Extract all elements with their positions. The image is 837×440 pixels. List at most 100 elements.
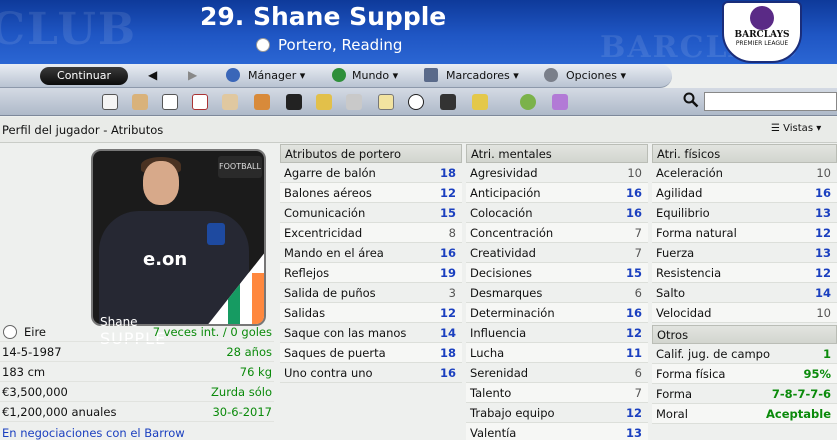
attribute-value: 12	[625, 326, 642, 340]
attribute-row[interactable]: Talento 7	[466, 383, 648, 403]
attribute-row[interactable]: Creatividad 7	[466, 243, 648, 263]
attribute-name: Velocidad	[656, 306, 712, 320]
attribute-row[interactable]: Forma 7-8-7-7-6	[652, 384, 837, 404]
attribute-row[interactable]: Salida de puños 3	[280, 283, 462, 303]
attribute-row[interactable]: Velocidad 10	[652, 303, 837, 323]
info-value: 76 kg	[239, 365, 272, 379]
info-row: 183 cm 76 kg	[0, 362, 274, 382]
photo-badge: FOOTBALL	[218, 156, 262, 178]
attribute-name: Moral	[656, 407, 688, 421]
attribute-value: 12	[439, 186, 456, 200]
attribute-name: Desmarques	[470, 286, 543, 300]
attribute-value: 13	[814, 206, 831, 220]
help-icon[interactable]	[520, 94, 536, 110]
lion-icon	[750, 6, 774, 30]
calendar-icon[interactable]	[192, 94, 208, 110]
attribute-row[interactable]: Influencia 12	[466, 323, 648, 343]
attribute-name: Decisiones	[470, 266, 533, 280]
attribute-value: Aceptable	[766, 407, 831, 421]
bookmarks-menu[interactable]: Marcadores ▾	[446, 69, 519, 82]
attribute-name: Reflejos	[284, 266, 330, 280]
attribute-row[interactable]: Salidas 12	[280, 303, 462, 323]
attribute-name: Mando en el área	[284, 246, 384, 260]
attribute-row[interactable]: Trabajo equipo 12	[466, 403, 648, 423]
attribute-value: 95%	[803, 367, 831, 381]
attribute-row[interactable]: Excentricidad 8	[280, 223, 462, 243]
attribute-value: 16	[625, 206, 642, 220]
attribute-value: 16	[439, 246, 456, 260]
attribute-row[interactable]: Desmarques 6	[466, 283, 648, 303]
attribute-row[interactable]: Balones aéreos 12	[280, 183, 462, 203]
attribute-row[interactable]: Salto 14	[652, 283, 837, 303]
attribute-row[interactable]: Mando en el área 16	[280, 243, 462, 263]
attribute-value: 7	[634, 246, 642, 260]
attribute-value: 12	[439, 306, 456, 320]
attribute-name: Fuerza	[656, 246, 695, 260]
search-icon[interactable]	[683, 92, 699, 108]
attribute-row[interactable]: Moral Aceptable	[652, 404, 837, 424]
options-menu[interactable]: Opciones ▾	[566, 69, 626, 82]
continue-button[interactable]: Continuar	[40, 67, 128, 85]
attribute-value: 12	[814, 266, 831, 280]
attribute-name: Saques de puerta	[284, 346, 386, 360]
attribute-row[interactable]: Saque con las manos 14	[280, 323, 462, 343]
question-icon[interactable]	[552, 94, 568, 110]
attribute-name: Excentricidad	[284, 226, 363, 240]
views-menu[interactable]: ☰ Vistas ▾	[771, 123, 821, 134]
back-arrow-icon[interactable]: ◀	[148, 68, 157, 82]
attribute-name: Talento	[470, 386, 512, 400]
attribute-row[interactable]: Comunicación 15	[280, 203, 462, 223]
film-icon[interactable]	[286, 94, 302, 110]
book-icon[interactable]	[162, 94, 178, 110]
attribute-row[interactable]: Valentía 13	[466, 423, 648, 440]
clipboard-icon[interactable]	[378, 94, 394, 110]
people-icon[interactable]	[222, 94, 238, 110]
attribute-value: 7	[634, 386, 642, 400]
attribute-row[interactable]: Reflejos 19	[280, 263, 462, 283]
home-icon[interactable]	[102, 94, 118, 110]
attribute-name: Concentración	[470, 226, 554, 240]
attribute-row[interactable]: Agilidad 16	[652, 183, 837, 203]
attribute-row[interactable]: Concentración 7	[466, 223, 648, 243]
player-photo-card: e.on FOOTBALL	[91, 149, 266, 326]
transfer-icon[interactable]	[254, 94, 270, 110]
attribute-row[interactable]: Saques de puerta 18	[280, 343, 462, 363]
attribute-value: 1	[822, 347, 831, 361]
negotiation-link[interactable]: En negociaciones con el Barrow	[2, 426, 185, 440]
search-input[interactable]	[704, 92, 837, 111]
attribute-row[interactable]: Uno contra uno 16	[280, 363, 462, 383]
attribute-name: Valentía	[470, 426, 517, 440]
player-info-list: Eire 7 veces int. / 0 goles 14-5-1987 28 a…	[0, 322, 274, 422]
manager-menu[interactable]: Mánager ▾	[248, 69, 305, 82]
attribute-row[interactable]: Resistencia 12	[652, 263, 837, 283]
attribute-row[interactable]: Lucha 11	[466, 343, 648, 363]
manager-icon	[226, 68, 240, 82]
nation-flag-icon	[256, 38, 270, 52]
attribute-row[interactable]: Anticipación 16	[466, 183, 648, 203]
forward-arrow-icon[interactable]: ▶	[188, 68, 197, 82]
attribute-row[interactable]: Calif. jug. de campo 1	[652, 344, 837, 364]
attribute-row[interactable]: Colocación 16	[466, 203, 648, 223]
views-label: Vistas	[783, 123, 814, 134]
attribute-row[interactable]: Serenidad 6	[466, 363, 648, 383]
info-value: 28 años	[226, 345, 272, 359]
bread-icon[interactable]	[132, 94, 148, 110]
world-menu[interactable]: Mundo ▾	[352, 69, 398, 82]
header-banner: CLUB BARCLAYS 29. Shane Supple Portero, …	[0, 0, 837, 64]
trophy-icon[interactable]	[316, 94, 332, 110]
attribute-row[interactable]: Forma física 95%	[652, 364, 837, 384]
binoculars-icon[interactable]	[440, 94, 456, 110]
attribute-row[interactable]: Determinación 16	[466, 303, 648, 323]
attribute-value: 3	[448, 286, 456, 300]
attribute-row[interactable]: Forma natural 12	[652, 223, 837, 243]
attribute-row[interactable]: Equilibrio 13	[652, 203, 837, 223]
football-icon[interactable]	[408, 94, 424, 110]
cards-icon[interactable]	[472, 94, 488, 110]
attribute-row[interactable]: Agarre de balón 18	[280, 163, 462, 183]
attribute-row[interactable]: Fuerza 13	[652, 243, 837, 263]
attribute-row[interactable]: Decisiones 15	[466, 263, 648, 283]
attribute-row[interactable]: Agresividad 10	[466, 163, 648, 183]
attribute-row[interactable]: Aceleración 10	[652, 163, 837, 183]
search-scout-icon[interactable]	[346, 94, 362, 110]
goalkeeper-attribute-rows: Agarre de balón 18 Balones aéreos 12 Comunic…	[280, 163, 462, 383]
